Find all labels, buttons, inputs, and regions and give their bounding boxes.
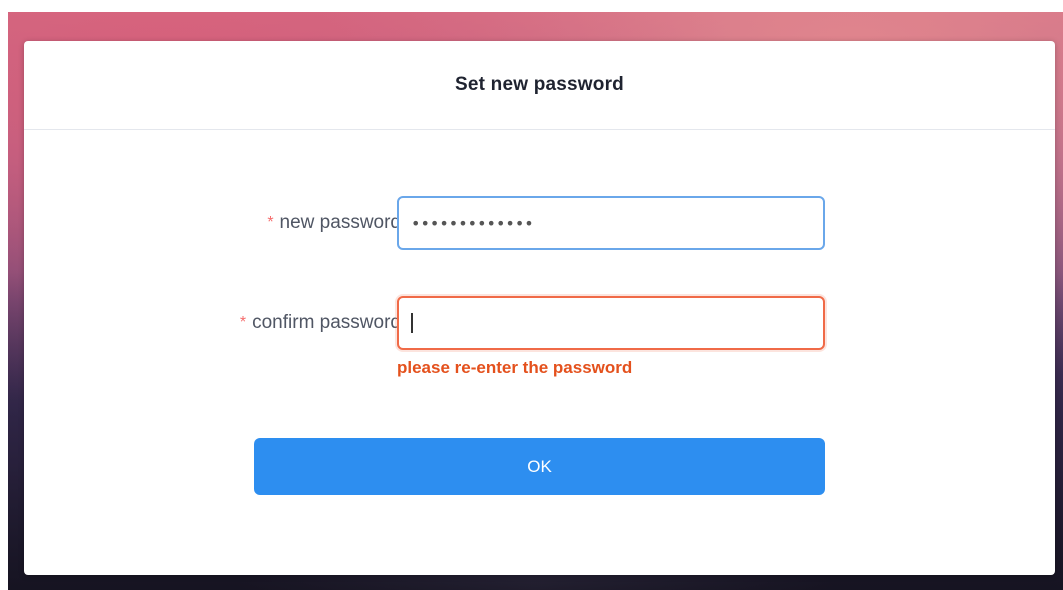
dialog-title: Set new password: [455, 74, 624, 95]
new-password-label: * new password: [267, 196, 401, 250]
confirm-password-error: please re-enter the password: [397, 358, 633, 377]
confirm-password-row: * confirm password please re-enter the p…: [24, 296, 1055, 377]
confirm-password-input[interactable]: [397, 296, 825, 350]
required-mark: *: [239, 314, 247, 331]
confirm-password-label-text: confirm password: [252, 312, 401, 333]
new-password-input[interactable]: •••••••••••••: [397, 196, 825, 250]
new-password-value: •••••••••••••: [411, 213, 534, 233]
new-password-label-text: new password: [279, 212, 401, 233]
dialog-header: Set new password: [24, 41, 1055, 130]
ok-button[interactable]: OK: [254, 438, 825, 495]
confirm-password-label: * confirm password: [240, 296, 401, 350]
text-caret: [411, 313, 413, 333]
new-password-row: * new password •••••••••••••: [24, 196, 1055, 250]
required-mark: *: [267, 214, 274, 231]
set-password-dialog: Set new password * new password ••••••••…: [24, 41, 1055, 575]
